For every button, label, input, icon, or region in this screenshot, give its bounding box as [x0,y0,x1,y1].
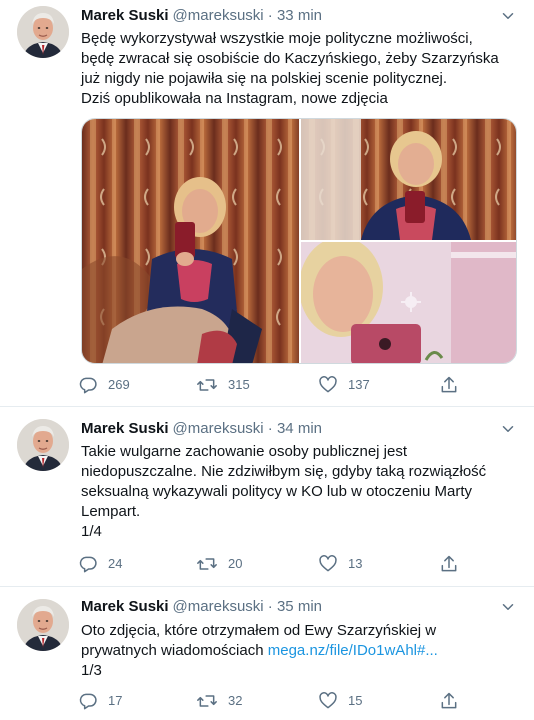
tweet-text: Oto zdjęcia, które otrzymałem od Ewy Sza… [81,621,521,681]
tweet-line: 1/4 [81,523,102,540]
retweet-count: 20 [228,556,243,571]
reply-button[interactable]: 24 [78,553,122,575]
share-icon [439,691,459,711]
photo-3[interactable] [301,242,516,363]
media-grid[interactable] [81,118,517,364]
tweet-line: niedopuszczalne. Nie zdziwiłbym się, gdy… [81,463,487,480]
tweet-line: seksualną wykazywali politycy w KO lub w… [81,483,472,500]
tweet-header: Marek Suski @mareksuski · 35 min [81,598,322,615]
reply-count: 24 [108,556,123,571]
heart-icon [318,691,338,711]
share-button[interactable] [439,690,459,712]
external-link[interactable]: mega.nz/file/IDo1wAhl#... [268,642,438,659]
tweet-line: 1/3 [81,662,102,679]
photo-2[interactable] [301,119,516,240]
tweet-line: Oto zdjęcia, które otrzymałem od Ewy Sza… [81,622,437,639]
author-handle[interactable]: @mareksuski [173,420,264,437]
retweet-count: 32 [228,693,243,708]
like-count: 137 [348,377,370,392]
retweet-icon [196,691,218,711]
tweet-line: Lempart. [81,503,141,520]
reply-count: 17 [108,693,123,708]
tweet[interactable]: Marek Suski @mareksuski · 33 min Będę wyk… [0,0,534,407]
tweet-line: Będę wykorzystywał wszystkie moje polity… [81,30,473,47]
tweet-line: Takie wulgarne zachowanie osoby publiczn… [81,443,408,460]
author-name[interactable]: Marek Suski [81,7,169,24]
reply-button[interactable]: 17 [78,690,122,712]
tweet-text: Będę wykorzystywał wszystkie moje polity… [81,29,521,109]
share-icon [439,554,459,574]
retweet-button[interactable]: 20 [196,553,242,575]
like-button[interactable]: 13 [318,553,362,575]
heart-icon [318,375,338,395]
author-name[interactable]: Marek Suski [81,420,169,437]
retweet-button[interactable]: 315 [196,374,250,396]
author-handle[interactable]: @mareksuski [173,7,264,24]
tweet-header: Marek Suski @mareksuski · 33 min [81,7,322,24]
tweet-time[interactable]: 33 min [277,7,322,24]
like-count: 13 [348,556,363,571]
reply-button[interactable]: 269 [78,374,130,396]
tweet-actions: 17 32 15 [78,690,478,712]
retweet-icon [196,375,218,395]
tweet-line: już nigdy nie pojawiła się na polskiej s… [81,70,448,87]
share-button[interactable] [439,374,459,396]
tweet-header: Marek Suski @mareksuski · 34 min [81,420,322,437]
tweet-line: Dziś opublikowała na Instagram, nowe zdj… [81,90,388,107]
share-icon [439,375,459,395]
retweet-count: 315 [228,377,250,392]
retweet-icon [196,554,218,574]
photo-1[interactable] [82,119,299,363]
tweet-actions: 24 20 13 [78,553,478,575]
tweet-line: prywatnych wiadomościach mega.nz/file/ID… [81,641,521,661]
like-button[interactable]: 137 [318,374,370,396]
author-name[interactable]: Marek Suski [81,598,169,615]
tweet[interactable]: Marek Suski @mareksuski · 34 min Takie wu… [0,407,534,587]
tweet-time[interactable]: 35 min [277,598,322,615]
retweet-button[interactable]: 32 [196,690,242,712]
tweet[interactable]: Marek Suski @mareksuski · 35 min Oto zdję… [0,587,534,720]
avatar[interactable] [17,419,69,471]
chevron-down-icon[interactable] [496,597,520,617]
avatar[interactable] [17,6,69,58]
author-handle[interactable]: @mareksuski [173,598,264,615]
heart-icon [318,554,338,574]
avatar[interactable] [17,599,69,651]
like-count: 15 [348,693,363,708]
reply-icon [78,375,98,395]
tweet-text: Takie wulgarne zachowanie osoby publiczn… [81,442,521,542]
reply-count: 269 [108,377,130,392]
tweet-actions: 269 315 137 [78,374,478,396]
tweet-time[interactable]: 34 min [277,420,322,437]
chevron-down-icon[interactable] [496,6,520,26]
share-button[interactable] [439,553,459,575]
tweet-line-text: prywatnych wiadomościach [81,642,268,659]
reply-icon [78,691,98,711]
tweet-line: będę zwracał się osobiście do Kaczyńskie… [81,50,499,67]
like-button[interactable]: 15 [318,690,362,712]
chevron-down-icon[interactable] [496,419,520,439]
reply-icon [78,554,98,574]
